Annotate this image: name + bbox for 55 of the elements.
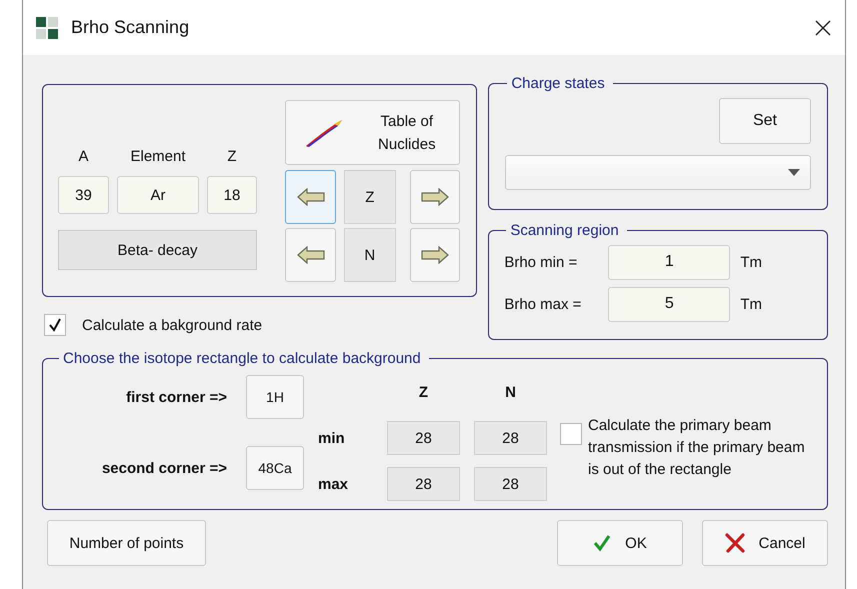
- value-field: 28: [387, 421, 460, 455]
- value-field: 28: [474, 467, 547, 501]
- right-arrow-icon: [420, 246, 449, 264]
- decay-button[interactable]: Beta- decay: [58, 230, 257, 270]
- points-button[interactable]: Number of points: [47, 520, 206, 566]
- field-label: Brho min =: [504, 254, 578, 270]
- field-label: A: [77, 148, 90, 167]
- group-title: Charge states: [510, 75, 606, 92]
- left-arrow-icon: [296, 188, 325, 206]
- right-arrow-icon: [420, 188, 449, 206]
- window-title: Brho Scanning: [71, 17, 190, 38]
- nuclide-chart-icon: [304, 118, 344, 148]
- row-label: min: [318, 430, 346, 446]
- set-button[interactable]: Set: [719, 98, 811, 144]
- ok-button[interactable]: OK: [557, 520, 683, 566]
- field-label: Brho max =: [504, 296, 582, 312]
- background-checkbox[interactable]: [44, 314, 66, 336]
- decrease-button[interactable]: [285, 228, 336, 282]
- cross-icon: [724, 533, 745, 553]
- isotope-button[interactable]: 1H: [246, 375, 304, 419]
- atomic-number-field[interactable]: 18: [207, 176, 257, 214]
- caret-icon: [788, 169, 800, 176]
- close-button[interactable]: [815, 20, 831, 36]
- stepper-label: Z: [344, 170, 396, 224]
- column-header: N: [504, 384, 517, 400]
- brho-field[interactable]: 1: [608, 244, 730, 280]
- increase-button[interactable]: [410, 228, 460, 282]
- value-field: 28: [474, 421, 547, 455]
- row-label: max: [318, 476, 350, 492]
- column-header: Z: [418, 384, 430, 400]
- isotope-button[interactable]: 48Ca: [246, 446, 304, 490]
- left-arrow-icon: [296, 246, 325, 264]
- mass-field[interactable]: 39: [58, 176, 109, 214]
- checkbox-label: Calculate the primary beam transmission if the primary beam is out of the rectangle: [588, 416, 806, 480]
- value-field: 28: [387, 467, 460, 501]
- corner-label: second corner =>: [100, 460, 227, 476]
- transmission-checkbox[interactable]: [560, 423, 582, 445]
- corner-label: first corner =>: [125, 388, 227, 406]
- element-field[interactable]: Ar: [117, 176, 199, 214]
- unit-label: Tm: [740, 296, 762, 312]
- group-title: Scanning region: [509, 222, 620, 239]
- check-icon: [47, 317, 63, 333]
- table-of-nuclides-button[interactable]: Table of Nuclides: [285, 100, 460, 165]
- app-icon: [36, 16, 58, 38]
- increase-button[interactable]: [410, 170, 460, 224]
- stepper-label: N: [344, 228, 396, 282]
- field-label: Element: [129, 148, 187, 167]
- brho-field[interactable]: 5: [608, 286, 730, 322]
- group-title: Choose the isotope rectangle to calculate background: [62, 350, 422, 367]
- cancel-button[interactable]: Cancel: [702, 520, 828, 566]
- checkbox-label: Calculate a bakground rate: [82, 316, 262, 334]
- check-icon: [593, 534, 612, 552]
- field-label: Z: [226, 148, 238, 167]
- unit-label: Tm: [740, 254, 762, 270]
- decrease-button[interactable]: [285, 170, 336, 224]
